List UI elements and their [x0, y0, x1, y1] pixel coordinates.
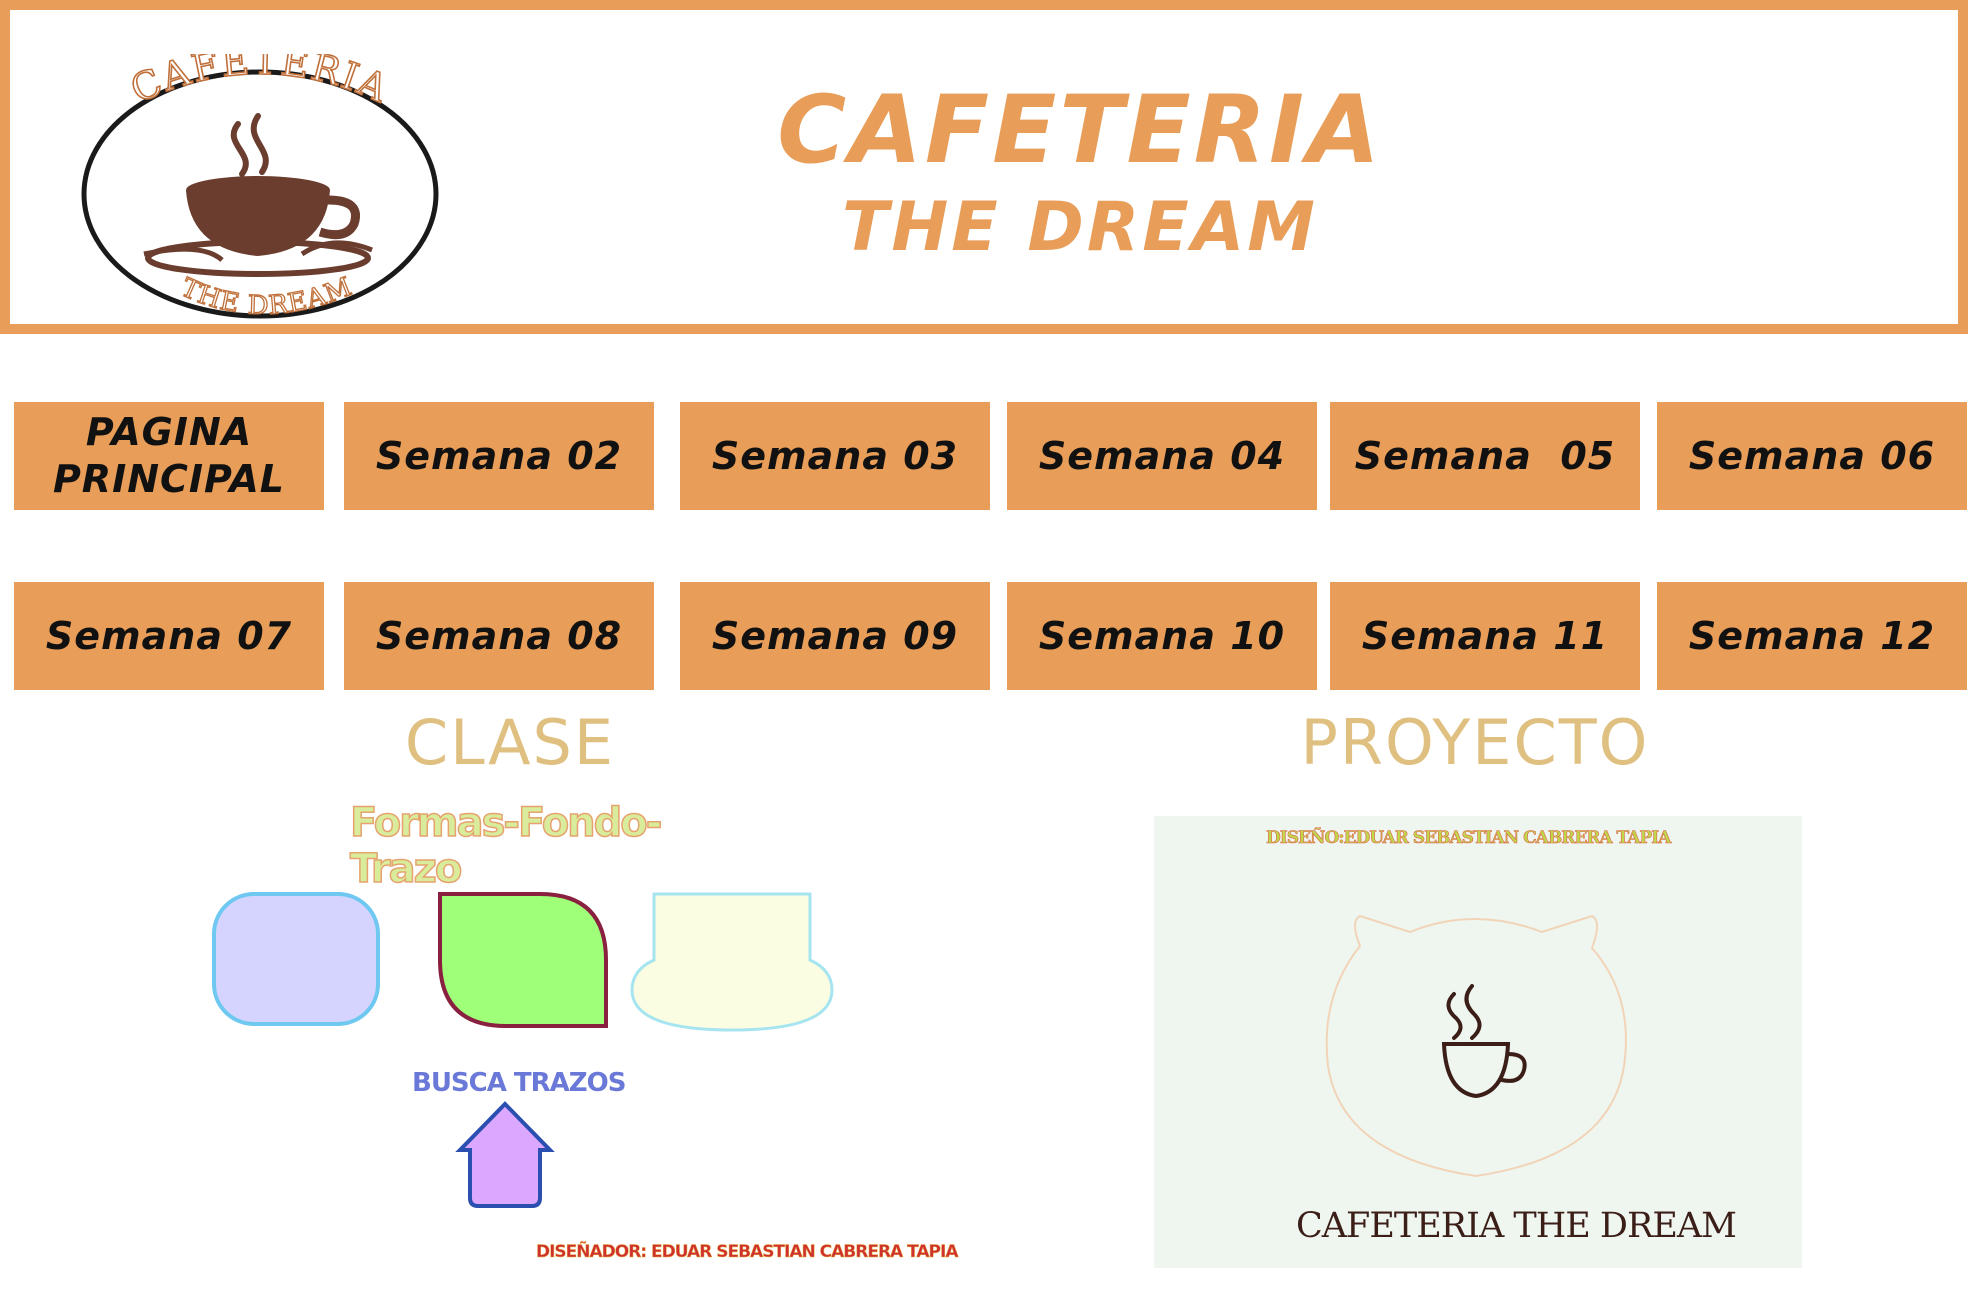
coffee-cup-icon: [1441, 984, 1527, 1099]
nav-button-semana-06[interactable]: Semana 06: [1657, 402, 1967, 510]
clase-designer-credit: DISEÑADOR: EDUAR SEBASTIAN CABRERA TAPIA: [536, 1242, 959, 1263]
nav-button-semana-02[interactable]: Semana 02: [344, 402, 654, 510]
leaf-shape: [438, 892, 608, 1028]
nav-button-semana-10[interactable]: Semana 10: [1007, 582, 1317, 690]
clase-image[interactable]: Formas-Fondo-Trazo BUSCA TRAZOS DISEÑADO…: [200, 790, 959, 1280]
proyecto-image[interactable]: DISEÑO:EDUAR SEBASTIAN CABRERA TAPIA CAF…: [1154, 816, 1802, 1268]
nav-button-semana-12[interactable]: Semana 12: [1657, 582, 1967, 690]
proyecto-heading: PROYECTO: [1300, 706, 1650, 779]
clase-heading: CLASE: [404, 706, 616, 779]
cafeteria-logo: CAFETERIA THE DREAM: [81, 54, 439, 322]
nav-button-semana-08[interactable]: Semana 08: [344, 582, 654, 690]
proyecto-logo-drawing: [1325, 914, 1627, 1178]
rounded-square-shape: [212, 892, 380, 1026]
page-subtitle: THE DREAM: [842, 188, 1318, 267]
nav-button-semana-11[interactable]: Semana 11: [1330, 582, 1640, 690]
cup-shape: [630, 892, 834, 1032]
busca-trazos-caption: BUSCA TRAZOS: [412, 1068, 626, 1098]
title-block: CAFETERIA THE DREAM: [570, 76, 1590, 270]
nav-button-semana-09[interactable]: Semana 09: [680, 582, 990, 690]
nav-button-semana-04[interactable]: Semana 04: [1007, 402, 1317, 510]
house-arrow-shape: [455, 1101, 555, 1208]
proyecto-brand-text: CAFETERIA THE DREAM: [1296, 1206, 1737, 1246]
nav-button-semana-03[interactable]: Semana 03: [680, 402, 990, 510]
nav-button-semana-07[interactable]: Semana 07: [14, 582, 324, 690]
nav-button-pagina-principal[interactable]: PAGINA PRINCIPAL: [14, 402, 324, 510]
page-title: CAFETERIA: [777, 76, 1383, 185]
clase-subtitle: Formas-Fondo-Trazo: [349, 799, 663, 893]
header-banner: CAFETERIA THE DREAM CAFETERIA THE DREAM: [0, 0, 1968, 334]
nav-button-semana-05[interactable]: Semana 05: [1330, 402, 1640, 510]
